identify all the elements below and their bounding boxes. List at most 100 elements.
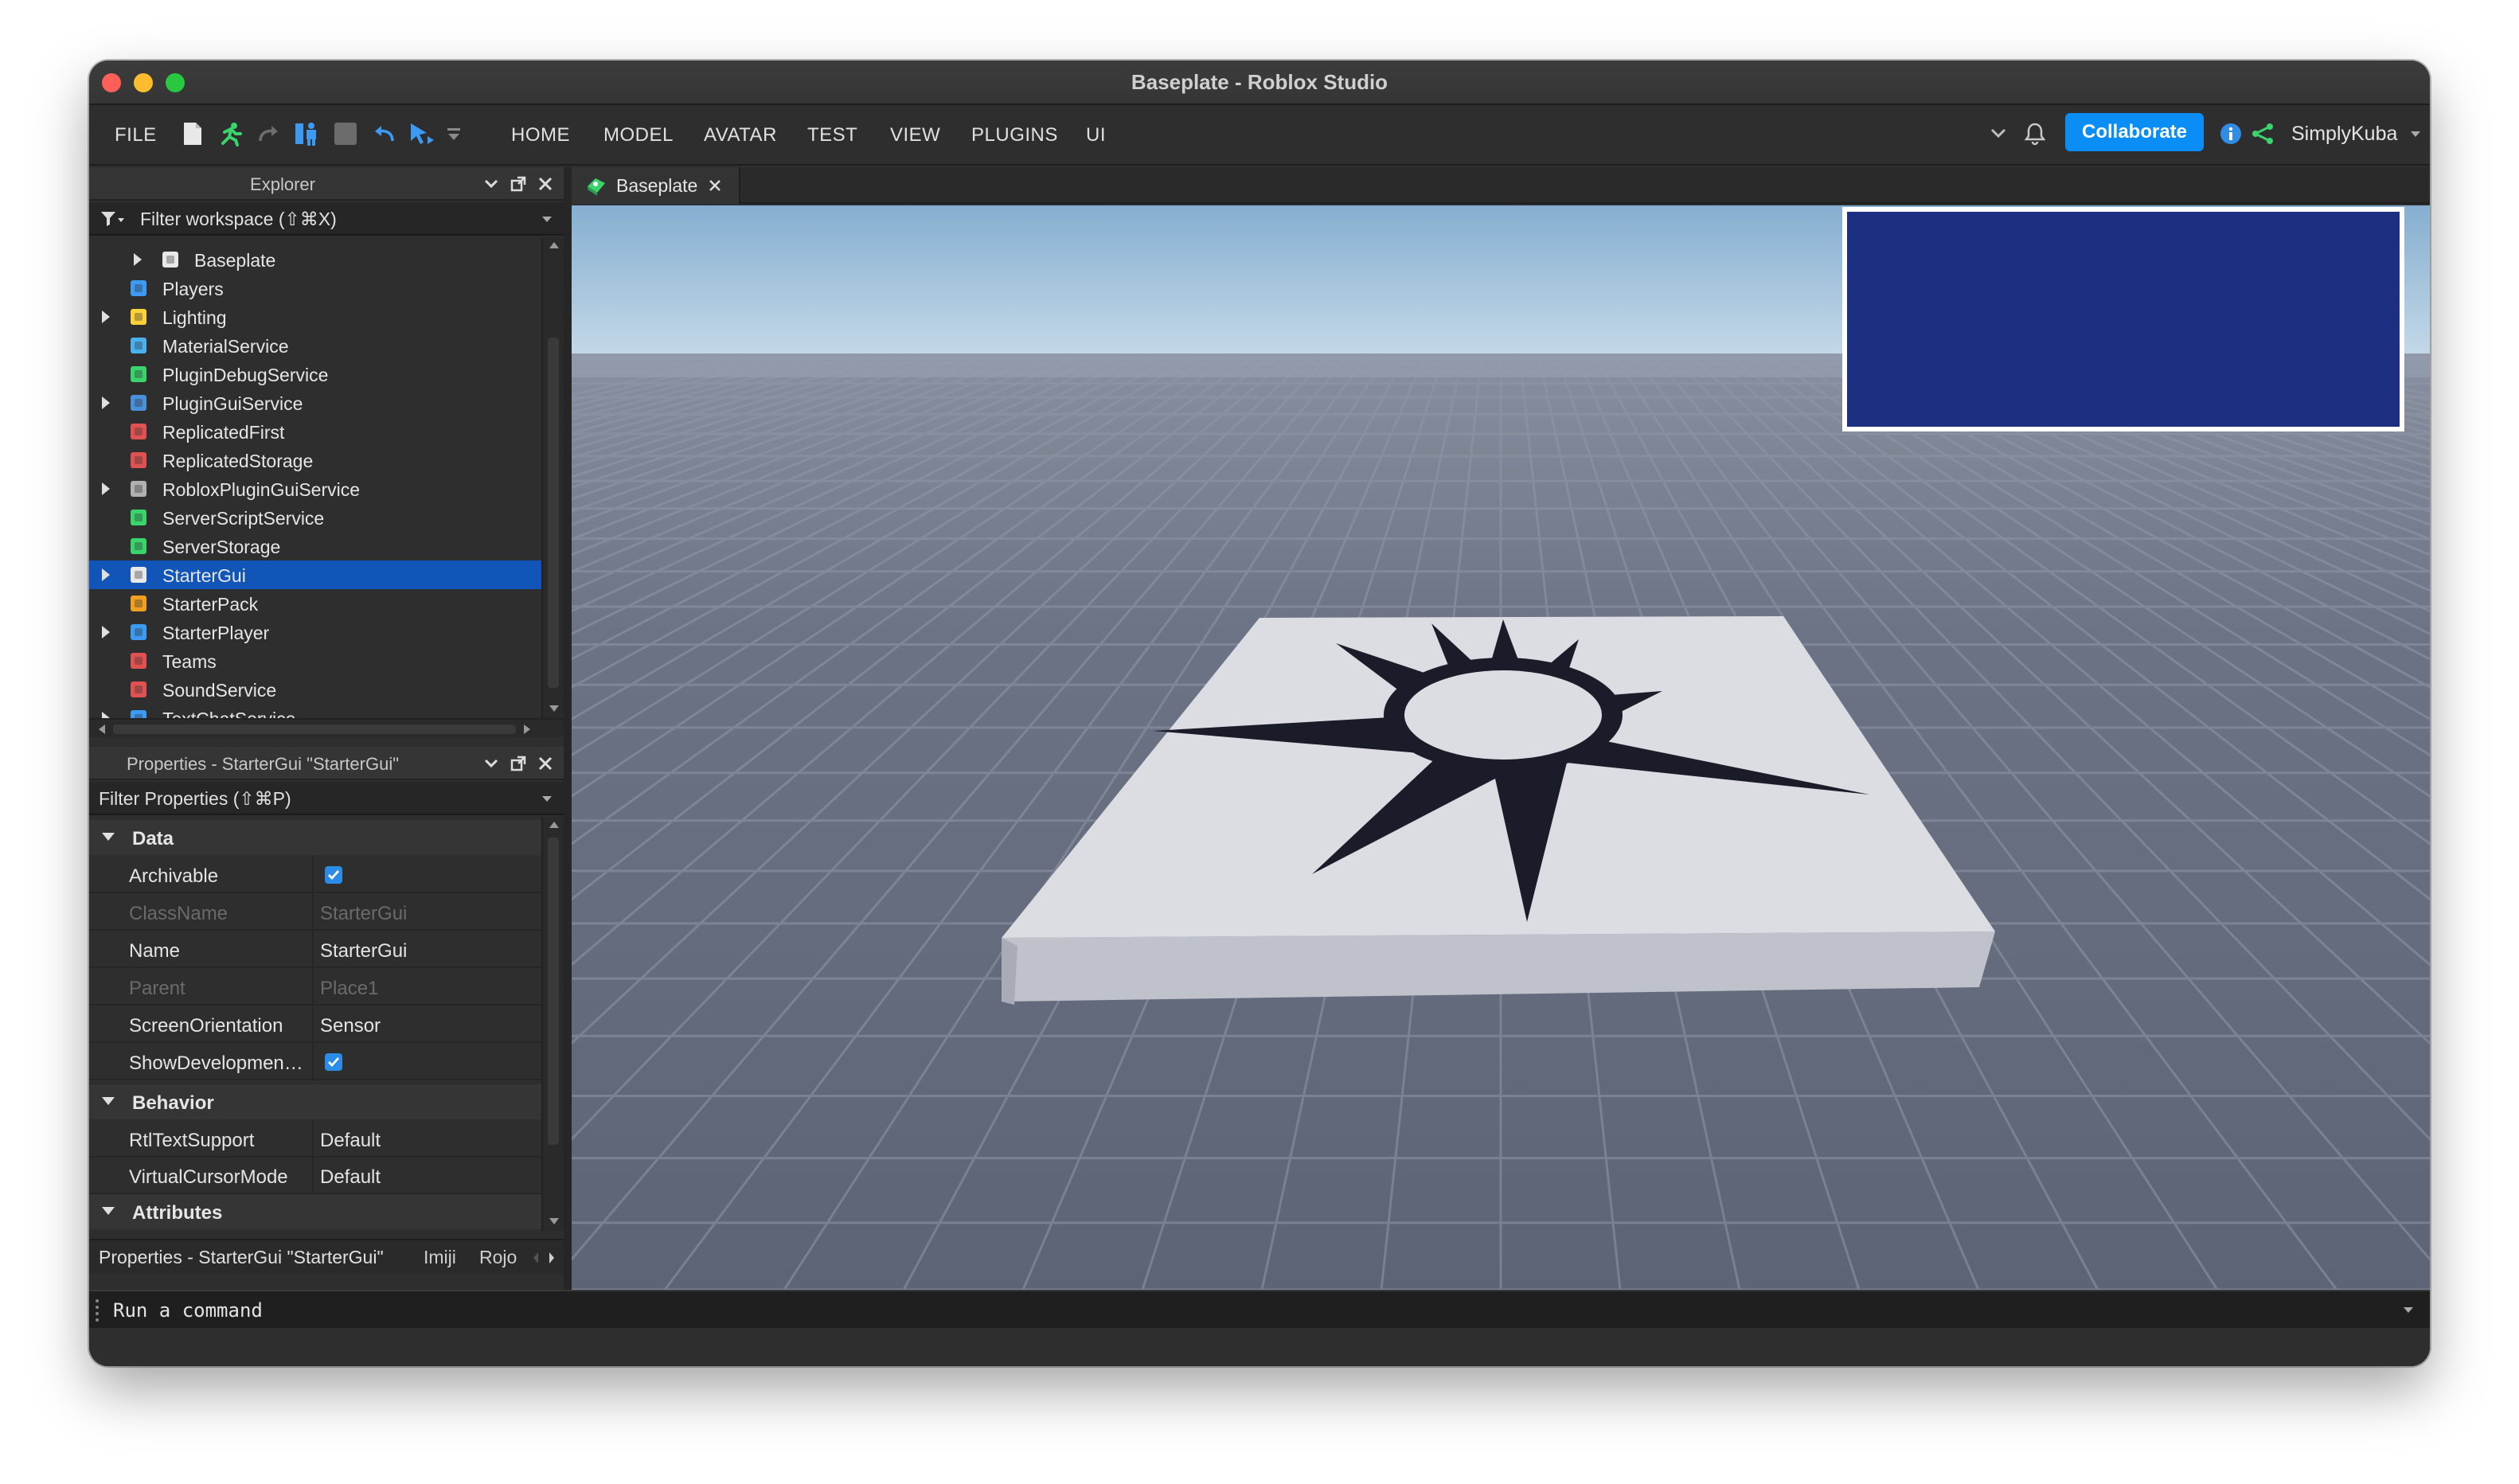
property-value[interactable]: Default xyxy=(320,1166,381,1189)
panel-undock-icon[interactable] xyxy=(510,175,527,193)
tab-scroll-left-icon[interactable] xyxy=(532,1252,540,1264)
property-checkbox[interactable] xyxy=(325,866,342,884)
explorer-vertical-scrollbar[interactable] xyxy=(541,237,564,718)
tree-item-startergui[interactable]: StarterGui xyxy=(89,560,541,589)
menu-home[interactable]: HOME xyxy=(511,124,570,146)
properties-scroll-thumb[interactable] xyxy=(548,838,559,1145)
stop-icon[interactable] xyxy=(331,119,360,148)
tree-item-serverscriptservice[interactable]: ServerScriptService xyxy=(89,503,541,532)
command-history-dropdown-icon[interactable] xyxy=(2403,1306,2414,1314)
select-icon[interactable] xyxy=(408,119,436,148)
property-row[interactable]: ClassName StarterGui xyxy=(89,894,541,931)
tab-imiji[interactable]: Imiji xyxy=(424,1247,456,1268)
panel-undock-icon[interactable] xyxy=(510,755,527,772)
expand-arrow-icon[interactable] xyxy=(102,396,110,409)
expand-arrow-icon[interactable] xyxy=(102,712,110,718)
drag-handle-icon[interactable] xyxy=(96,1299,99,1322)
property-value[interactable]: Sensor xyxy=(320,1015,381,1037)
menu-bar: FILE HOME MODEL AVATAR TEST VIEW PLUGINS… xyxy=(89,105,2430,166)
chevron-down-icon[interactable] xyxy=(1984,119,2013,148)
menu-model[interactable]: MODEL xyxy=(603,124,674,146)
menu-ui[interactable]: UI xyxy=(1086,124,1106,146)
filter-dropdown-icon[interactable] xyxy=(541,215,553,223)
property-value[interactable]: StarterGui xyxy=(320,903,407,925)
property-value[interactable]: Place1 xyxy=(320,978,378,1000)
collapse-triangle-icon[interactable] xyxy=(102,1207,115,1215)
property-row[interactable]: Name StarterGui xyxy=(89,931,541,968)
property-row[interactable]: ShowDevelopmen… xyxy=(89,1044,541,1080)
toolbar-overflow-icon[interactable] xyxy=(439,119,468,148)
new-file-icon[interactable] xyxy=(178,119,207,148)
user-menu-caret-icon[interactable] xyxy=(2401,119,2430,148)
tab-baseplate[interactable]: Baseplate xyxy=(572,167,740,204)
explorer-filter-input[interactable]: Filter workspace (⇧⌘X) xyxy=(89,202,564,236)
tree-item-soundservice[interactable]: SoundService xyxy=(89,675,541,704)
expand-arrow-icon[interactable] xyxy=(102,568,110,581)
bell-icon[interactable] xyxy=(2021,119,2049,148)
properties-vertical-scrollbar[interactable] xyxy=(541,817,564,1231)
explorer-scroll-thumb[interactable] xyxy=(548,338,559,688)
property-row[interactable]: RtlTextSupport Default xyxy=(89,1121,541,1158)
tab-scroll-right-icon[interactable] xyxy=(548,1252,556,1264)
panel-close-icon[interactable] xyxy=(537,175,554,193)
command-input[interactable]: Run a command xyxy=(113,1299,263,1322)
property-value[interactable]: Default xyxy=(320,1130,381,1152)
tree-item-materialservice[interactable]: MaterialService xyxy=(89,331,541,360)
3d-viewport[interactable] xyxy=(572,205,2430,1290)
tree-item-replicatedstorage[interactable]: ReplicatedStorage xyxy=(89,446,541,474)
property-row[interactable]: Archivable xyxy=(89,857,541,893)
panel-collapse-icon[interactable] xyxy=(482,175,500,193)
expand-arrow-icon[interactable] xyxy=(134,253,142,266)
tree-item-robloxpluginguiservice[interactable]: RobloxPluginGuiService xyxy=(89,474,541,503)
menu-view[interactable]: VIEW xyxy=(890,124,940,146)
filter-dropdown-icon[interactable] xyxy=(541,795,553,803)
menu-avatar[interactable]: AVATAR xyxy=(704,124,777,146)
tree-item-baseplate[interactable]: Baseplate xyxy=(89,245,541,274)
gui-frame-preview[interactable] xyxy=(1842,207,2404,432)
expand-arrow-icon[interactable] xyxy=(102,482,110,495)
filter-icon[interactable] xyxy=(100,210,124,228)
tab-properties[interactable]: Properties - StarterGui "StarterGui" xyxy=(99,1247,384,1268)
collapse-triangle-icon[interactable] xyxy=(102,1097,115,1105)
username-label[interactable]: SimplyKuba xyxy=(2291,123,2397,146)
tree-item-teams[interactable]: Teams xyxy=(89,646,541,675)
tree-item-textchatservice[interactable]: TextChatService xyxy=(89,704,541,718)
menu-plugins[interactable]: PLUGINS xyxy=(971,124,1058,146)
run-icon[interactable] xyxy=(217,119,245,148)
property-row[interactable]: Parent Place1 xyxy=(89,969,541,1006)
menu-test[interactable]: TEST xyxy=(807,124,857,146)
tree-item-players[interactable]: Players xyxy=(89,274,541,303)
close-tab-icon[interactable] xyxy=(709,179,721,192)
explorer-horizontal-scrollbar[interactable] xyxy=(89,718,564,737)
menu-file[interactable]: FILE xyxy=(115,124,157,146)
tree-item-plugindebugservice[interactable]: PluginDebugService xyxy=(89,360,541,389)
collaborate-button[interactable]: Collaborate xyxy=(2065,113,2204,151)
tab-rojo[interactable]: Rojo xyxy=(479,1247,517,1268)
tree-item-replicatedfirst[interactable]: ReplicatedFirst xyxy=(89,417,541,446)
expand-arrow-icon[interactable] xyxy=(102,310,110,323)
tree-item-starterplayer[interactable]: StarterPlayer xyxy=(89,618,541,646)
info-icon[interactable] xyxy=(2216,119,2245,148)
category-data[interactable]: Data xyxy=(89,820,541,855)
tree-item-serverstorage[interactable]: ServerStorage xyxy=(89,532,541,560)
category-attributes[interactable]: Attributes xyxy=(89,1194,541,1229)
property-row[interactable]: ScreenOrientation Sensor xyxy=(89,1006,541,1043)
property-row[interactable]: VirtualCursorMode Default xyxy=(89,1158,541,1194)
play-here-icon[interactable] xyxy=(293,119,322,148)
command-bar[interactable]: Run a command xyxy=(89,1290,2430,1328)
panel-collapse-icon[interactable] xyxy=(482,755,500,772)
redo-icon[interactable] xyxy=(255,119,283,148)
panel-close-icon[interactable] xyxy=(537,755,554,772)
tree-item-starterpack[interactable]: StarterPack xyxy=(89,589,541,618)
tree-item-lighting[interactable]: Lighting xyxy=(89,303,541,331)
property-checkbox[interactable] xyxy=(325,1053,342,1071)
tree-item-pluginguiservice[interactable]: PluginGuiService xyxy=(89,389,541,417)
panel-splitter[interactable] xyxy=(564,167,572,1290)
properties-filter-input[interactable]: Filter Properties (⇧⌘P) xyxy=(89,782,564,815)
property-value[interactable]: StarterGui xyxy=(320,940,407,963)
undo-icon[interactable] xyxy=(369,119,398,148)
share-icon[interactable] xyxy=(2248,119,2277,148)
expand-arrow-icon[interactable] xyxy=(102,626,110,639)
category-behavior[interactable]: Behavior xyxy=(89,1084,541,1119)
collapse-triangle-icon[interactable] xyxy=(102,833,115,841)
